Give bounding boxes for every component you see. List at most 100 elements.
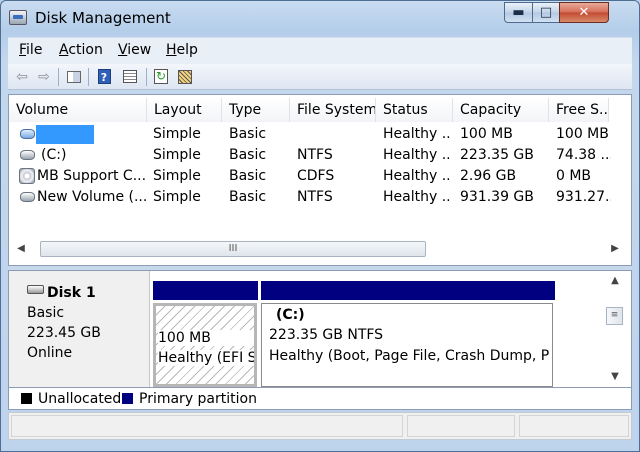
partition-size: 223.35 GB NTFS (269, 327, 384, 343)
volume-free-space: 100 MB (556, 126, 609, 142)
column-header-file-system[interactable]: File System (290, 98, 376, 122)
disk-status: Online (27, 345, 73, 361)
volume-status: Healthy ... (383, 147, 451, 163)
status-segment (11, 415, 403, 437)
disk-type: Basic (27, 305, 65, 321)
volume-name: MB Support C... (37, 168, 147, 184)
column-header-status[interactable]: Status (376, 98, 453, 122)
menu-view-label: iew (127, 42, 152, 58)
menu-action-accel: A (59, 42, 69, 58)
menu-action[interactable]: Action (59, 42, 103, 58)
menu-file[interactable]: File (19, 42, 42, 58)
title-bar[interactable]: Disk Management ▬ □ ✕ (1, 1, 639, 35)
cd-drive-icon (19, 168, 35, 184)
properties-icon (123, 70, 137, 83)
menu-help-label: elp (176, 42, 198, 58)
status-bar (8, 412, 632, 440)
partition-c[interactable]: (C:) 223.35 GB NTFS Healthy (Boot, Page … (261, 303, 553, 387)
volume-layout: Simple (153, 126, 201, 142)
properties-button[interactable] (120, 67, 140, 87)
partition-efi[interactable]: 100 MB Healthy (EFI Sy (153, 303, 257, 387)
settings-button[interactable] (175, 67, 195, 87)
scroll-up-button[interactable]: ▲ (606, 273, 624, 289)
volume-layout: Simple (153, 189, 201, 205)
volume-layout: Simple (153, 147, 201, 163)
volume-type: Basic (229, 168, 267, 184)
refresh-icon: ↻ (154, 69, 168, 84)
menu-view[interactable]: View (118, 42, 151, 58)
menu-help-accel: H (166, 42, 177, 58)
volume-layout: Simple (153, 168, 201, 184)
status-segment (407, 415, 515, 437)
menu-file-accel: F (19, 42, 27, 58)
legend-swatch-primary (122, 393, 133, 404)
volume-row[interactable]: MB Support C... Simple Basic CDFS Health… (9, 166, 609, 187)
volume-row[interactable]: Simple Basic Healthy ... 100 MB 100 MB (9, 124, 609, 145)
volume-name: New Volume (... (37, 189, 147, 205)
toolbar-separator (58, 68, 59, 86)
disk-name: Disk 1 (47, 285, 96, 301)
scroll-down-button[interactable]: ▼ (606, 369, 624, 385)
forward-icon[interactable]: ⇨ (34, 67, 54, 87)
partition-size: 100 MB (158, 330, 254, 346)
menu-action-label: ction (68, 42, 103, 58)
help-icon: ? (97, 69, 111, 84)
legend-swatch-unallocated (21, 393, 32, 404)
scrollbar-thumb[interactable]: III (40, 241, 426, 257)
column-header-free-space[interactable]: Free S... (549, 98, 609, 122)
volume-type: Basic (229, 189, 267, 205)
volume-row[interactable]: New Volume (... Simple Basic NTFS Health… (9, 187, 611, 208)
disk-icon (20, 129, 35, 139)
disk-size: 223.45 GB (27, 325, 101, 341)
show-hide-console-tree-button[interactable] (64, 67, 84, 87)
volume-row[interactable]: (C:) Simple Basic NTFS Healthy ... 223.3… (9, 145, 611, 166)
toolbar-separator (146, 68, 147, 86)
column-header-type[interactable]: Type (222, 98, 290, 122)
scroll-left-button[interactable]: ◀ (12, 241, 30, 257)
volume-free-space: 931.27... (556, 189, 611, 205)
volume-capacity: 2.96 GB (460, 168, 517, 184)
column-header-layout[interactable]: Layout (147, 98, 222, 122)
maximize-button[interactable]: □ (532, 2, 560, 23)
partition-status: Healthy (EFI Sy (158, 350, 254, 366)
partition-title: (C:) (276, 307, 305, 323)
volume-name: (C:) (41, 147, 67, 163)
refresh-button[interactable]: ↻ (151, 67, 171, 87)
vertical-scrollbar[interactable]: ▲ ≡ ▼ (604, 273, 626, 387)
back-icon[interactable]: ⇦ (12, 67, 32, 87)
column-header: Volume Layout Type File System Status Ca… (9, 98, 633, 122)
close-button[interactable]: ✕ (559, 2, 609, 23)
help-button[interactable]: ? (94, 67, 114, 87)
volume-free-space: 74.38 ... (556, 147, 611, 163)
volume-file-system: NTFS (297, 189, 333, 205)
volume-status: Healthy ... (383, 168, 451, 184)
column-header-volume[interactable]: Volume (9, 98, 147, 122)
disk-icon (27, 285, 44, 294)
disk-management-icon (9, 10, 27, 25)
scroll-right-button[interactable]: ▶ (606, 241, 624, 257)
partition-status: Healthy (Boot, Page File, Crash Dump, Pr… (269, 348, 549, 364)
volume-status: Healthy ... (383, 126, 451, 142)
menu-file-label: ile (26, 42, 43, 58)
toolbar-separator (88, 68, 89, 86)
menu-help[interactable]: Help (166, 42, 198, 58)
disk-icon (20, 192, 35, 202)
disk-info-panel[interactable]: Disk 1 Basic 223.45 GB Online (9, 271, 150, 387)
disk-management-window: Disk Management ▬ □ ✕ File Action View H… (0, 0, 640, 452)
volume-file-system: NTFS (297, 147, 333, 163)
horizontal-scrollbar[interactable]: ◀ III ▶ (9, 238, 631, 260)
console-tree-icon (67, 71, 81, 83)
volume-free-space: 0 MB (556, 168, 592, 184)
scrollbar-thumb[interactable]: ≡ (606, 307, 623, 325)
minimize-button[interactable]: ▬ (504, 2, 533, 23)
column-header-capacity[interactable]: Capacity (453, 98, 549, 122)
disk-graphical-view: Disk 1 Basic 223.45 GB Online 100 MB Hea… (8, 270, 632, 388)
toolbar: ⇦ ⇨ ? ↻ (8, 64, 632, 90)
legend-label-primary: Primary partition (139, 391, 257, 407)
window-title: Disk Management (35, 9, 171, 27)
volume-name-selected[interactable] (36, 125, 94, 144)
volume-status: Healthy ... (383, 189, 451, 205)
volume-capacity: 100 MB (460, 126, 513, 142)
volume-capacity: 931.39 GB (460, 189, 534, 205)
volume-type: Basic (229, 147, 267, 163)
